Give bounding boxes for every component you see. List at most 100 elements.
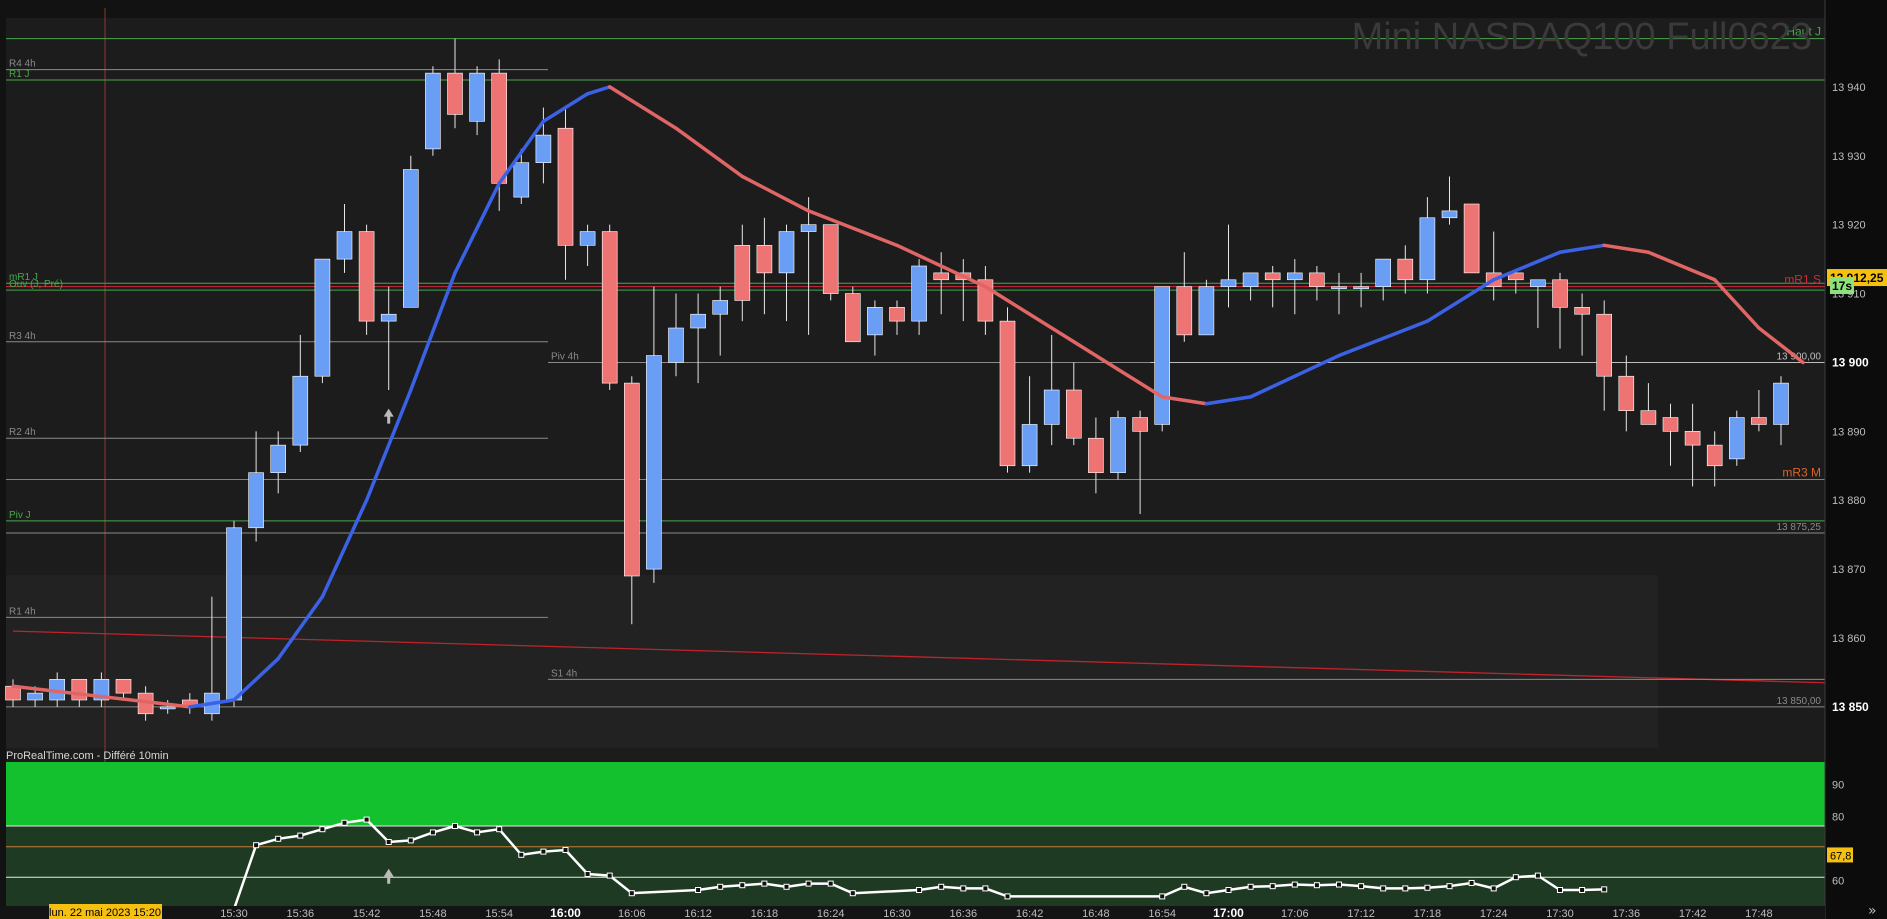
level-label-2: R1 J bbox=[9, 69, 30, 80]
candle-body-49 bbox=[1088, 437, 1104, 473]
scroll-right-button[interactable]: » bbox=[1868, 903, 1877, 919]
candle-body-76 bbox=[1684, 431, 1701, 446]
data-source-label: ProRealTime.com - Différé 10min bbox=[6, 750, 169, 762]
candle-body-13 bbox=[292, 375, 309, 446]
oscillator-point-18 bbox=[628, 890, 635, 897]
candle-body-16 bbox=[358, 231, 375, 322]
candle-body-45 bbox=[999, 320, 1016, 467]
x-tick-label-20: 17:30 bbox=[1546, 908, 1574, 919]
oscillator-point-8 bbox=[407, 837, 414, 844]
candle-body-63 bbox=[1397, 258, 1414, 281]
osc-tick-label-0: 90 bbox=[1832, 779, 1844, 791]
oscillator-point-4 bbox=[319, 826, 326, 833]
candle-body-40 bbox=[889, 307, 905, 322]
countdown-timer: 17s bbox=[1832, 279, 1852, 293]
candle-body-64 bbox=[1419, 217, 1436, 281]
candle-body-51 bbox=[1132, 417, 1148, 432]
candle-body-80 bbox=[1773, 382, 1789, 425]
oscillator-point-19 bbox=[695, 887, 702, 893]
candle-body-42 bbox=[933, 272, 950, 281]
x-tick-label-17: 17:12 bbox=[1347, 908, 1375, 919]
oscillator-point-47 bbox=[1490, 885, 1497, 892]
candle-body-12 bbox=[270, 444, 287, 473]
candle-body-50 bbox=[1110, 417, 1126, 473]
oscillator-point-14 bbox=[540, 848, 547, 855]
candle-body-54 bbox=[1198, 286, 1215, 336]
x-tick-label-14: 16:54 bbox=[1148, 908, 1176, 919]
candle-body-66 bbox=[1463, 203, 1480, 274]
oscillator-point-46 bbox=[1468, 879, 1475, 886]
candle-body-20 bbox=[447, 72, 463, 115]
y-tick-label-9: 13 850 bbox=[1832, 700, 1869, 714]
oscillator-point-43 bbox=[1402, 885, 1409, 892]
price-chart-svg[interactable]: Haut JR4 4hR1 JmR1 JmR1 SOuv (J, Pré)R3 … bbox=[0, 0, 1887, 919]
x-tick-label-8: 16:18 bbox=[751, 908, 779, 919]
x-tick-label-12: 16:42 bbox=[1016, 908, 1044, 919]
y-tick-label-4: 13 900 bbox=[1832, 355, 1869, 369]
x-tick-label-22: 17:42 bbox=[1679, 908, 1707, 919]
candle-body-75 bbox=[1662, 417, 1679, 432]
level-label-12: 13 875,25 bbox=[1777, 522, 1822, 533]
candle-body-46 bbox=[1021, 424, 1038, 467]
candle-body-21 bbox=[469, 72, 485, 122]
candle-body-58 bbox=[1287, 272, 1303, 281]
candle-body-77 bbox=[1706, 444, 1723, 467]
oscillator-point-45 bbox=[1446, 883, 1453, 890]
oscillator-point-51 bbox=[1579, 887, 1586, 893]
x-tick-label-2: 15:42 bbox=[353, 908, 381, 919]
y-tick-label-0: 13 940 bbox=[1832, 82, 1866, 94]
level-label-10: mR3 M bbox=[1782, 466, 1821, 480]
oscillator-overbought-zone bbox=[6, 762, 1825, 826]
level-label-13: R1 4h bbox=[9, 606, 36, 617]
candle-body-5 bbox=[115, 679, 132, 694]
oscillator-point-1 bbox=[253, 842, 260, 849]
oscillator-point-35 bbox=[1225, 887, 1232, 893]
candle-body-3 bbox=[71, 679, 88, 701]
oscillator-point-36 bbox=[1247, 883, 1254, 890]
oscillator-point-38 bbox=[1291, 881, 1298, 888]
level-label-4: mR1 S bbox=[1784, 273, 1821, 287]
oscillator-point-24 bbox=[805, 880, 812, 887]
candle-body-1 bbox=[27, 692, 43, 701]
candle-body-60 bbox=[1331, 286, 1347, 289]
x-tick-label-23: 17:48 bbox=[1745, 908, 1773, 919]
candle-body-14 bbox=[314, 258, 331, 377]
oscillator-point-29 bbox=[960, 885, 967, 892]
y-tick-label-6: 13 880 bbox=[1832, 495, 1866, 507]
candle-body-78 bbox=[1729, 417, 1745, 460]
oscillator-point-37 bbox=[1269, 883, 1276, 890]
date-badge: lun. 22 mai 2023 15:20 bbox=[49, 907, 161, 919]
candle-body-57 bbox=[1264, 272, 1281, 281]
candle-body-71 bbox=[1574, 307, 1590, 315]
oscillator-point-30 bbox=[982, 885, 989, 892]
candle-body-31 bbox=[690, 313, 706, 329]
oscillator-point-3 bbox=[297, 832, 304, 839]
oscillator-point-6 bbox=[363, 816, 370, 823]
candle-body-26 bbox=[579, 231, 596, 246]
osc-value-label: 67,8 bbox=[1830, 850, 1851, 862]
x-tick-label-19: 17:24 bbox=[1480, 908, 1508, 919]
oscillator-point-2 bbox=[275, 835, 282, 842]
candle-body-28 bbox=[623, 382, 640, 577]
x-tick-label-7: 16:12 bbox=[684, 908, 712, 919]
candle-body-74 bbox=[1640, 410, 1657, 425]
level-label-9: R2 4h bbox=[9, 427, 36, 438]
candle-body-65 bbox=[1441, 210, 1458, 219]
level-label-11: Piv J bbox=[9, 510, 31, 521]
osc-tick-label-2: 60 bbox=[1832, 875, 1844, 887]
candle-body-17 bbox=[380, 313, 397, 322]
candle-body-59 bbox=[1309, 272, 1325, 287]
oscillator-point-23 bbox=[783, 883, 790, 890]
candle-body-32 bbox=[712, 300, 729, 315]
x-tick-label-11: 16:36 bbox=[950, 908, 978, 919]
x-tick-label-18: 17:18 bbox=[1414, 908, 1442, 919]
candle-body-47 bbox=[1043, 389, 1060, 425]
y-tick-label-2: 13 920 bbox=[1832, 220, 1866, 232]
level-label-6: R3 4h bbox=[9, 331, 36, 342]
level-label-15: 13 850,00 bbox=[1777, 696, 1822, 707]
candle-body-10 bbox=[226, 527, 242, 701]
candle-body-56 bbox=[1242, 272, 1259, 287]
oscillator-point-44 bbox=[1424, 884, 1431, 891]
oscillator-point-49 bbox=[1534, 872, 1541, 879]
oscillator-point-40 bbox=[1336, 881, 1342, 888]
